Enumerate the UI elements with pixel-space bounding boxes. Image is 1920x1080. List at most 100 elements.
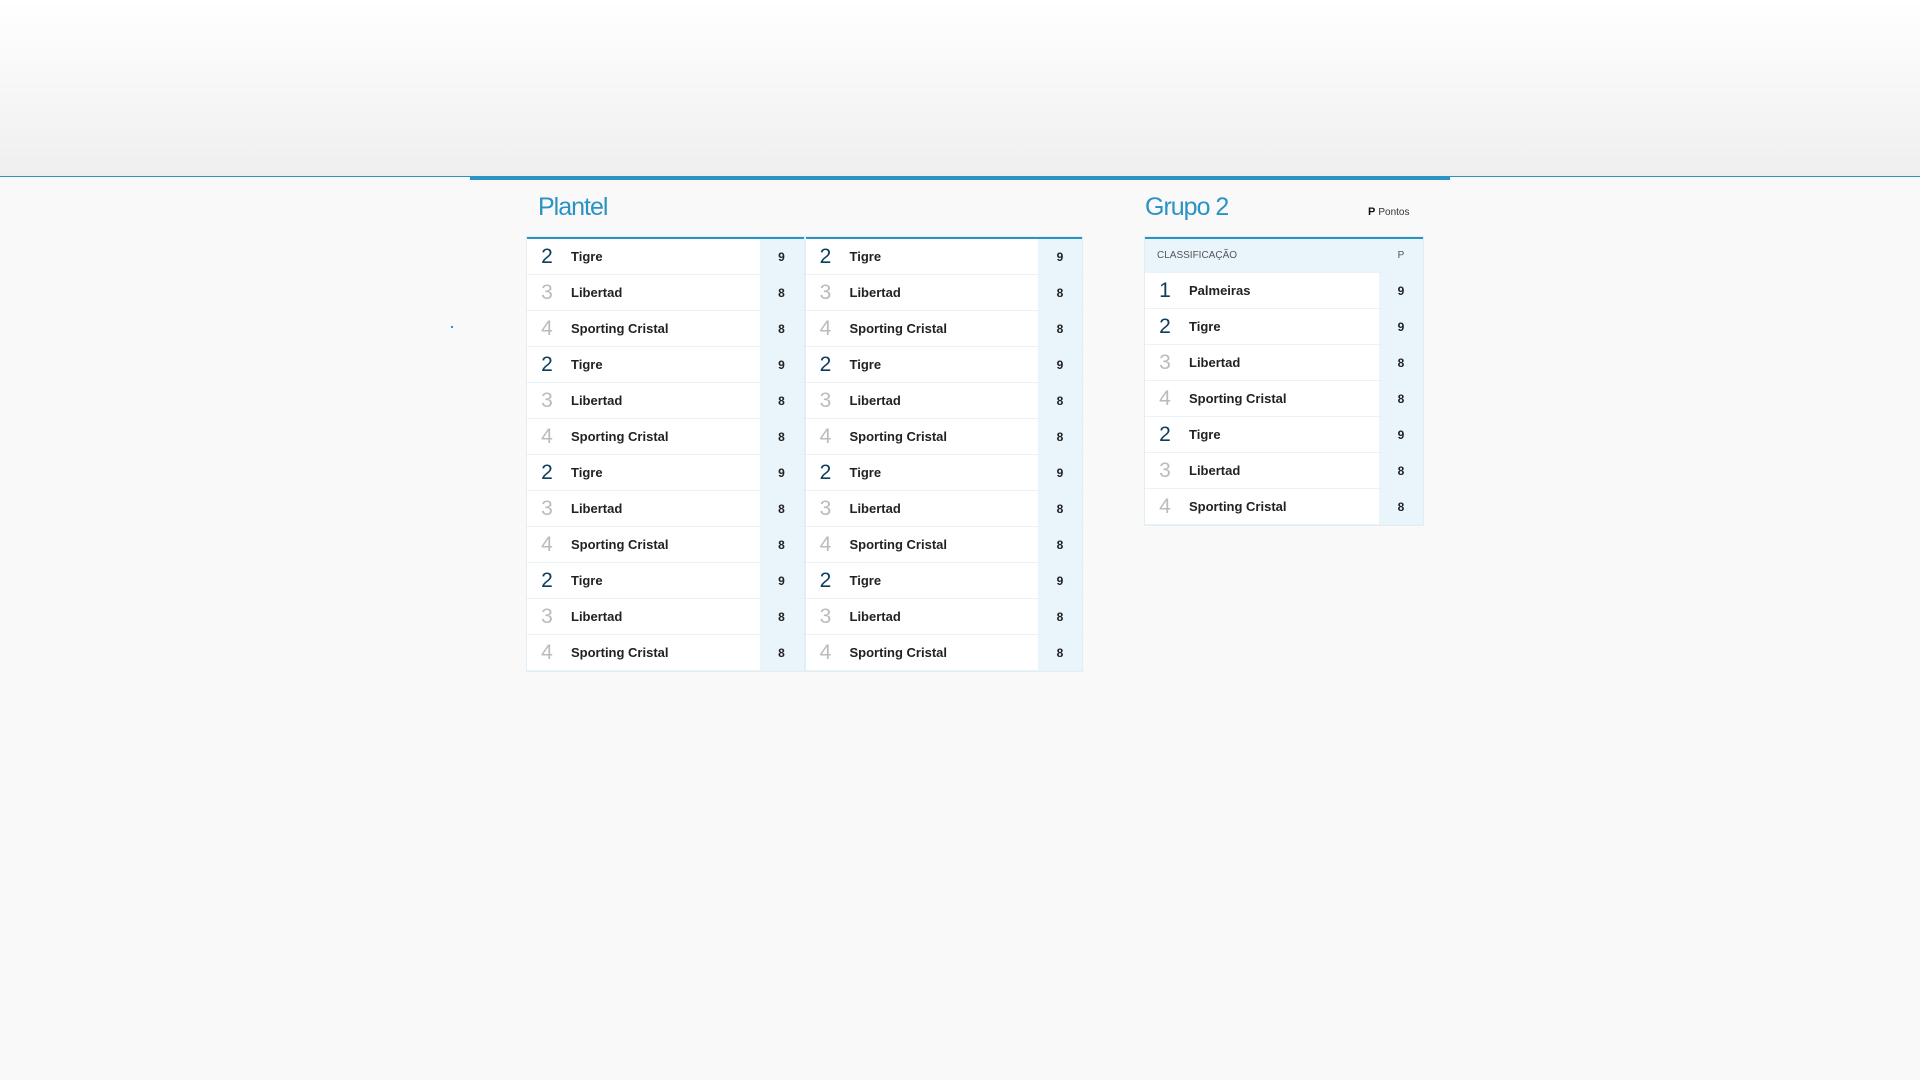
team-points: 8 bbox=[759, 382, 806, 419]
team-name: Tigre bbox=[565, 346, 760, 383]
team-points: 9 bbox=[1379, 308, 1423, 345]
plantel-title: Plantel bbox=[538, 193, 608, 221]
team-points: 8 bbox=[1038, 418, 1082, 455]
team-name: Tigre bbox=[843, 238, 1038, 275]
table-row: 4 Sporting Cristal 8 4 Sporting Cristal 8 bbox=[527, 418, 1082, 455]
team-position: 2 bbox=[527, 346, 565, 383]
team-points: 9 bbox=[1038, 346, 1082, 383]
team-position: 3 bbox=[1145, 344, 1183, 381]
team-position: 4 bbox=[527, 418, 565, 455]
team-name: Sporting Cristal bbox=[565, 526, 760, 563]
team-name: Sporting Cristal bbox=[843, 310, 1038, 347]
team-name: Sporting Cristal bbox=[565, 634, 760, 671]
team-position: 2 bbox=[527, 454, 565, 491]
team-points: 9 bbox=[1038, 562, 1082, 599]
team-position: 4 bbox=[804, 634, 844, 671]
team-points: 8 bbox=[1379, 488, 1423, 525]
team-position: 1 bbox=[1145, 272, 1183, 309]
table-row: 3 Libertad 8 3 Libertad 8 bbox=[527, 274, 1082, 311]
team-name: Tigre bbox=[843, 346, 1038, 383]
team-points: 9 bbox=[1379, 272, 1423, 309]
legend-text: Pontos bbox=[1378, 207, 1410, 218]
team-points: 8 bbox=[759, 490, 806, 527]
team-points: 8 bbox=[1038, 490, 1082, 527]
team-name: Libertad bbox=[565, 274, 760, 311]
team-position: 4 bbox=[527, 526, 565, 563]
team-position: 3 bbox=[527, 490, 565, 527]
team-name: Sporting Cristal bbox=[1183, 380, 1379, 417]
team-name: Tigre bbox=[565, 238, 760, 275]
team-name: Libertad bbox=[843, 598, 1038, 635]
team-points: 9 bbox=[759, 454, 806, 491]
team-position: 3 bbox=[527, 274, 565, 311]
team-position: 3 bbox=[1145, 452, 1183, 489]
team-points: 9 bbox=[1379, 416, 1423, 453]
team-name: Libertad bbox=[843, 382, 1038, 419]
team-name: Tigre bbox=[1183, 308, 1379, 345]
team-points: 9 bbox=[759, 562, 806, 599]
team-points: 8 bbox=[759, 274, 806, 311]
team-position: 2 bbox=[804, 238, 844, 275]
standings-row: 3 Libertad 8 bbox=[1145, 452, 1423, 489]
team-points: 8 bbox=[759, 310, 806, 347]
team-points: 8 bbox=[1379, 380, 1423, 417]
team-points: 8 bbox=[1379, 344, 1423, 381]
table-row: 3 Libertad 8 3 Libertad 8 bbox=[527, 382, 1082, 419]
team-position: 3 bbox=[804, 274, 844, 311]
table-row: 2 Tigre 9 2 Tigre 9 bbox=[527, 454, 1082, 491]
team-position: 4 bbox=[804, 526, 844, 563]
team-name: Libertad bbox=[1183, 452, 1379, 489]
grupo-standings-table: CLASSIFICAÇÃO P 1 Palmeiras 9 2 Tigre 9 3 Liber… bbox=[1144, 236, 1424, 526]
team-position: 2 bbox=[1145, 416, 1183, 453]
team-position: 4 bbox=[804, 418, 844, 455]
team-position: 4 bbox=[804, 310, 844, 347]
table-row: 3 Libertad 8 3 Libertad 8 bbox=[527, 490, 1082, 527]
team-points: 9 bbox=[1038, 454, 1082, 491]
team-name: Tigre bbox=[565, 562, 760, 599]
team-points: 8 bbox=[1038, 526, 1082, 563]
standings-row: 2 Tigre 9 bbox=[1145, 308, 1423, 345]
team-name: Tigre bbox=[565, 454, 760, 491]
table-row: 4 Sporting Cristal 8 4 Sporting Cristal 8 bbox=[527, 634, 1082, 671]
team-points: 9 bbox=[759, 346, 806, 383]
team-points: 8 bbox=[759, 634, 806, 671]
team-name: Sporting Cristal bbox=[843, 634, 1038, 671]
team-name: Libertad bbox=[843, 490, 1038, 527]
team-points: 8 bbox=[759, 526, 806, 563]
team-points: 9 bbox=[1038, 238, 1082, 275]
team-points: 9 bbox=[759, 238, 806, 275]
team-name: Tigre bbox=[843, 562, 1038, 599]
team-name: Libertad bbox=[565, 490, 760, 527]
team-position: 2 bbox=[527, 238, 565, 275]
team-name: Libertad bbox=[843, 274, 1038, 311]
team-position: 2 bbox=[804, 562, 844, 599]
team-name: Libertad bbox=[1183, 344, 1379, 381]
standings-header-row: CLASSIFICAÇÃO P bbox=[1145, 238, 1423, 273]
team-name: Sporting Cristal bbox=[843, 418, 1038, 455]
team-name: Tigre bbox=[843, 454, 1038, 491]
team-name: Libertad bbox=[565, 382, 760, 419]
team-points: 8 bbox=[1038, 634, 1082, 671]
team-name: Sporting Cristal bbox=[565, 418, 760, 455]
team-name: Palmeiras bbox=[1183, 272, 1379, 309]
table-row: 4 Sporting Cristal 8 4 Sporting Cristal 8 bbox=[527, 310, 1082, 347]
stray-dot bbox=[451, 326, 453, 328]
team-points: 8 bbox=[759, 418, 806, 455]
table-row: 2 Tigre 9 2 Tigre 9 bbox=[527, 346, 1082, 383]
team-position: 3 bbox=[804, 598, 844, 635]
plantel-table: 2 Tigre 9 2 Tigre 9 3 Libertad 8 3 Libertad 8 4 Sport… bbox=[526, 236, 1083, 672]
team-position: 3 bbox=[804, 382, 844, 419]
team-position: 4 bbox=[1145, 488, 1183, 525]
team-position: 2 bbox=[804, 454, 844, 491]
team-position: 4 bbox=[527, 310, 565, 347]
team-position: 3 bbox=[527, 598, 565, 635]
top-header-bar bbox=[0, 0, 1920, 177]
table-row: 2 Tigre 9 2 Tigre 9 bbox=[527, 238, 1082, 275]
standings-row: 4 Sporting Cristal 8 bbox=[1145, 488, 1423, 525]
team-position: 2 bbox=[804, 346, 844, 383]
team-position: 4 bbox=[1145, 380, 1183, 417]
standings-row: 4 Sporting Cristal 8 bbox=[1145, 380, 1423, 417]
legend-abbr: P bbox=[1368, 206, 1376, 218]
header-classificacao: CLASSIFICAÇÃO bbox=[1145, 238, 1379, 273]
team-name: Libertad bbox=[565, 598, 760, 635]
